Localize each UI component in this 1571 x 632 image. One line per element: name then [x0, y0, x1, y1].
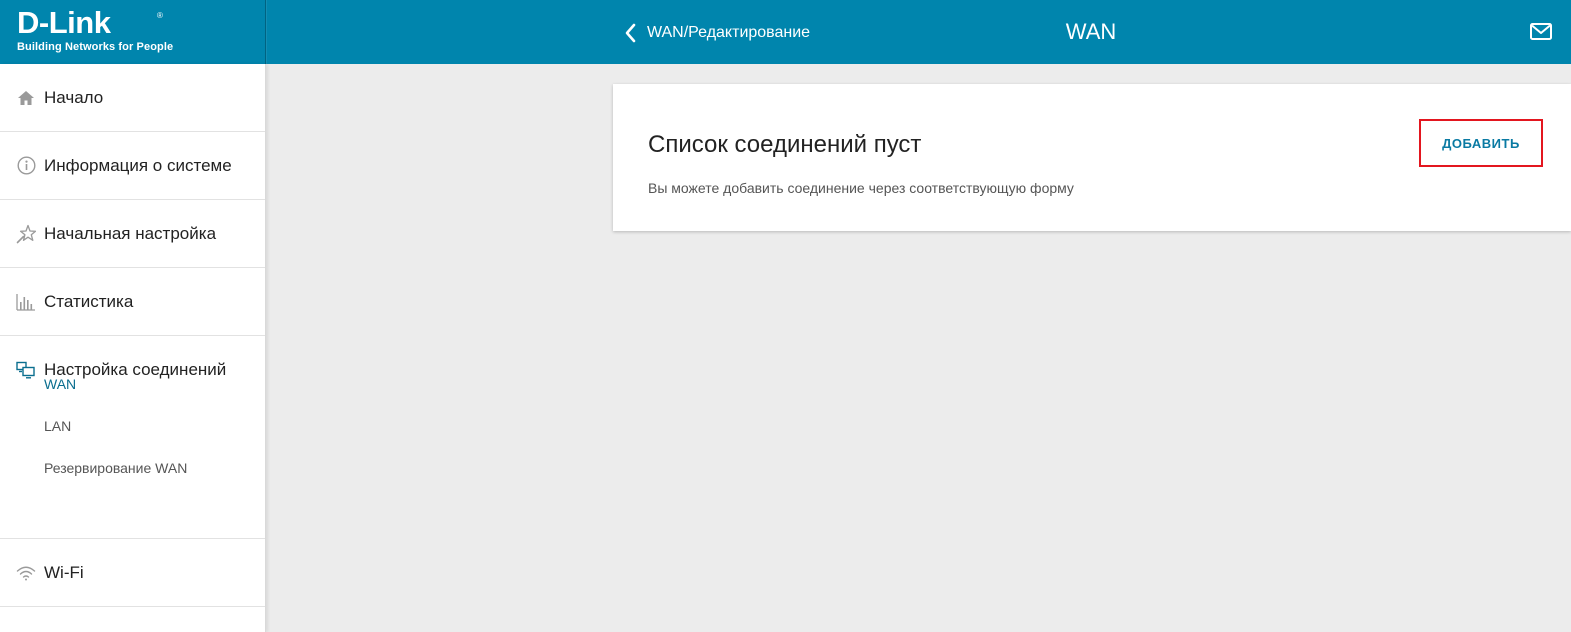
sidebar-item-wifi[interactable]: Wi-Fi	[0, 539, 265, 607]
chevron-left-icon	[625, 23, 636, 43]
wifi-icon	[16, 563, 36, 583]
breadcrumb-back-link[interactable]: WAN/Редактирование	[624, 21, 810, 45]
connections-card: Список соединений пуст Вы можете добавит…	[613, 84, 1571, 231]
logo-tagline: Building Networks for People	[17, 41, 174, 53]
sidebar-item-home[interactable]: Начало	[0, 64, 265, 132]
breadcrumb-label: WAN/Редактирование	[647, 24, 811, 41]
page-title: WAN	[1065, 19, 1117, 44]
empty-list-description: Вы можете добавить соединение через соот…	[648, 180, 1074, 196]
bar-chart-icon	[16, 292, 36, 312]
wizard-star-icon	[16, 224, 36, 244]
logo-text: D-Link	[17, 5, 111, 40]
sidebar-item-label: Начало	[44, 87, 104, 107]
sidebar-item-label: Wi-Fi	[44, 562, 84, 582]
sidebar-item-statistics[interactable]: Статистика	[0, 268, 265, 336]
sidebar-subitem-lan[interactable]: LAN	[44, 418, 71, 434]
sidebar-item-system-info[interactable]: Информация о системе	[0, 132, 265, 200]
top-header: D-Link ® Building Networks for People WA…	[0, 0, 1571, 64]
sidebar-item-initial-setup[interactable]: Начальная настройка	[0, 200, 265, 268]
sidebar-item-label: Начальная настройка	[44, 223, 217, 243]
sidebar-subitem-wan-backup[interactable]: Резервирование WAN	[44, 460, 187, 476]
logo-registered-mark: ®	[157, 11, 163, 20]
sidebar-group-connections: Настройка соединений WAN LAN Резервирова…	[0, 336, 265, 539]
empty-list-title: Список соединений пуст	[648, 131, 922, 158]
connections-icon	[16, 360, 36, 380]
info-icon	[16, 156, 36, 176]
sidebar-nav: Начало Информация о системе Начальная на…	[0, 64, 266, 632]
sidebar-item-label: Статистика	[44, 291, 134, 311]
home-icon	[16, 88, 36, 108]
sidebar-subitem-wan[interactable]: WAN	[44, 376, 76, 392]
sidebar-item-connections[interactable]: Настройка соединений	[0, 336, 265, 403]
sidebar-item-label: Информация о системе	[44, 155, 232, 175]
add-connection-button[interactable]: ДОБАВИТЬ	[1419, 119, 1543, 167]
mail-icon[interactable]	[1529, 22, 1553, 42]
brand-logo[interactable]: D-Link ® Building Networks for People	[0, 0, 266, 64]
